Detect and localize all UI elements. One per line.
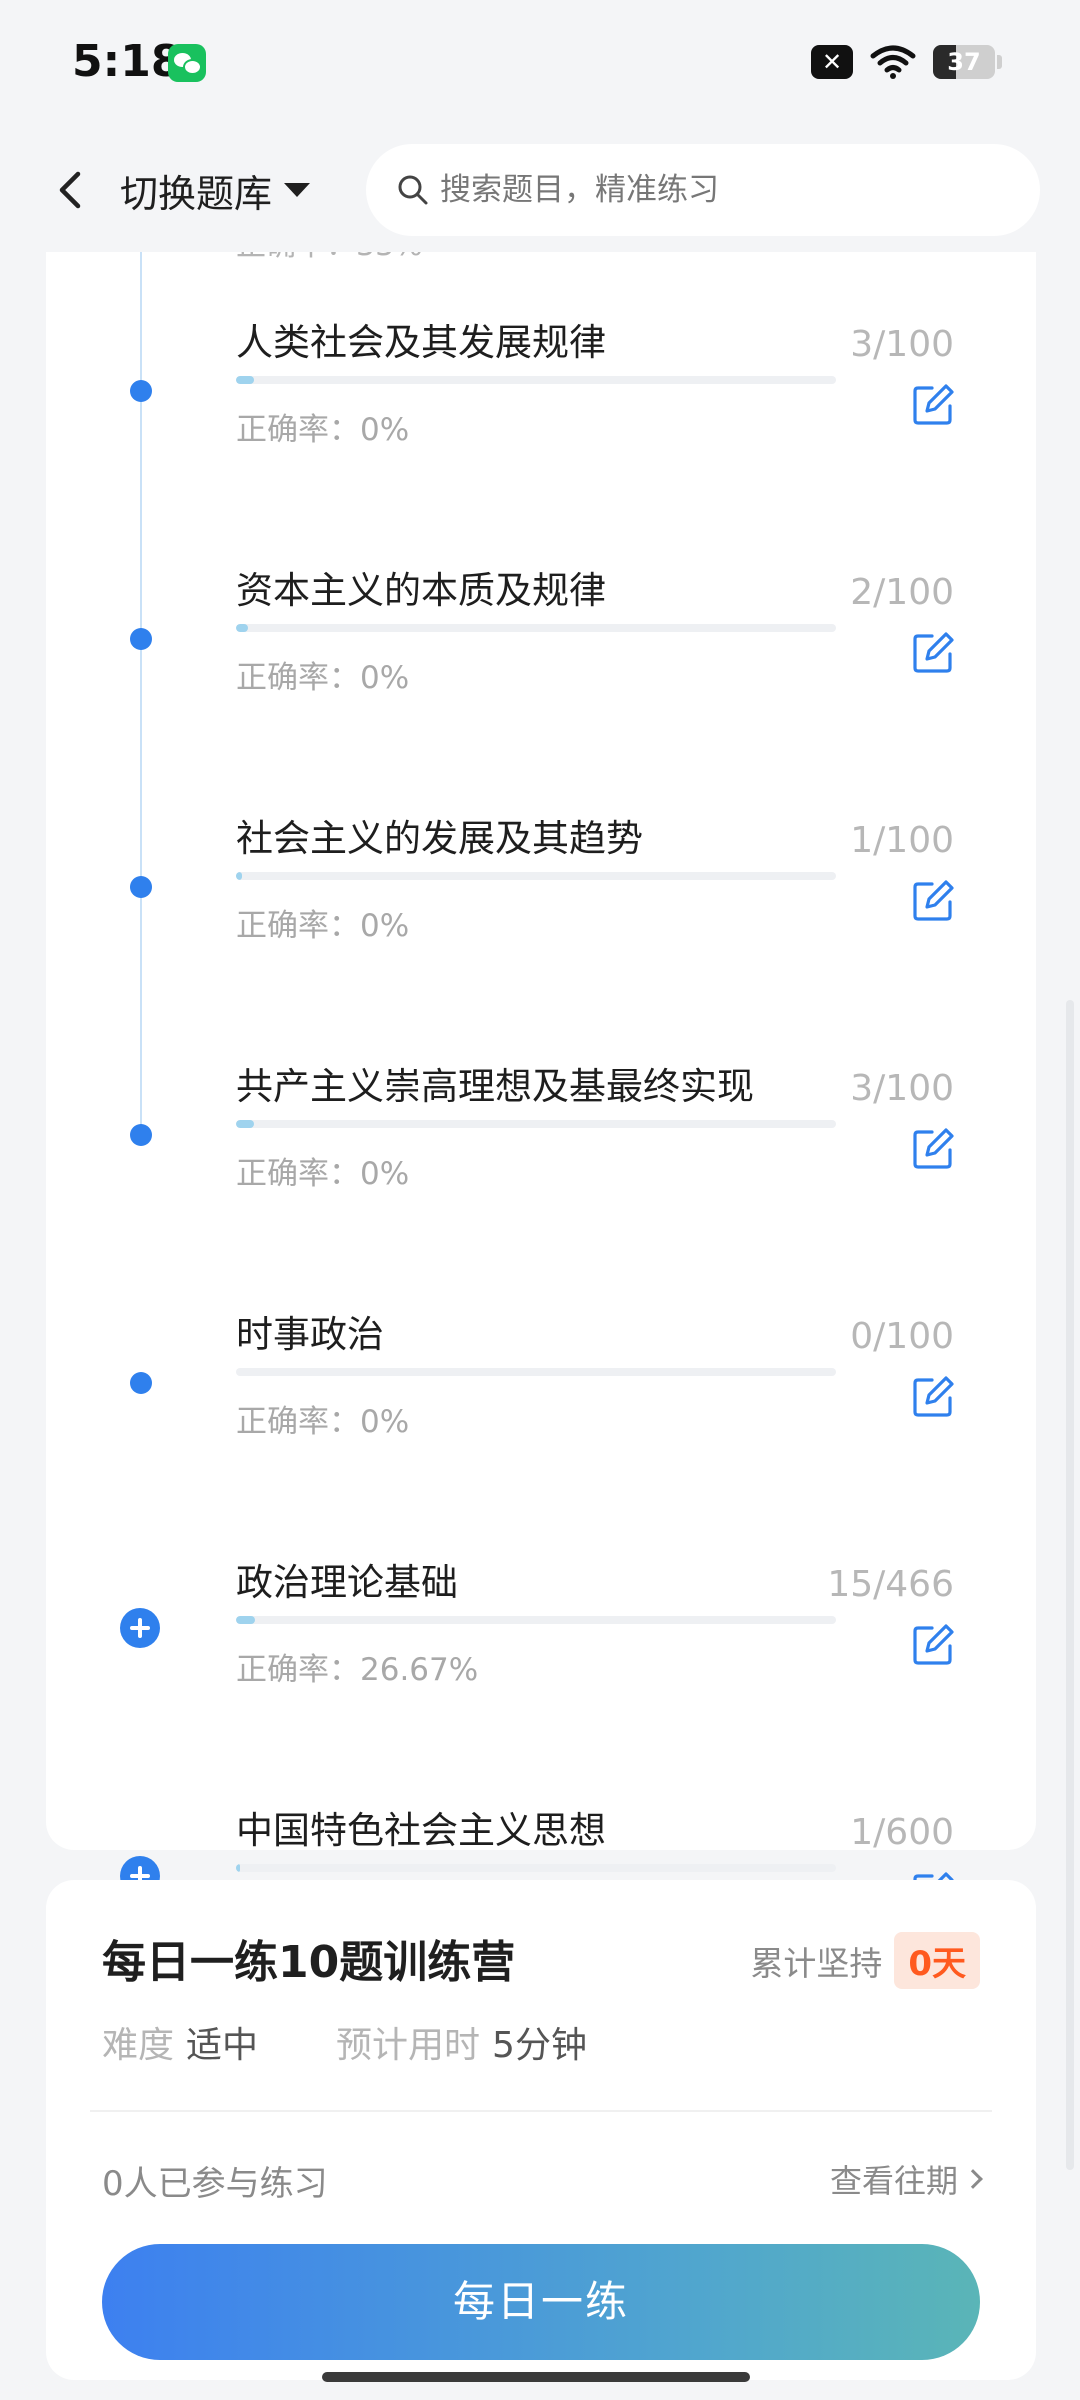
status-icons: ✕ 37 [811,44,1002,80]
top-header: 切换题库 [0,128,1080,252]
timeline-dot [130,1124,152,1146]
back-arrow-icon[interactable] [40,158,104,222]
chapter-title: 社会主义的发展及其趋势 [236,817,643,860]
status-time: 5:18 [72,36,182,87]
notification-close-icon: ✕ [811,45,853,79]
battery-icon: 37 [933,45,995,79]
question-count: 3/100 [850,324,954,365]
progress-fill [236,376,254,384]
daily-practice-button[interactable]: 每日一练 [102,2244,980,2360]
battery-tip [997,55,1002,69]
accuracy-text: 正确率：0% [236,412,410,448]
question-count: 15/466 [827,1564,954,1605]
history-link-label: 查看往期 [829,2162,958,2200]
progress-bar [236,376,836,384]
chapter-title: 共产主义崇高理想及基最终实现 [236,1065,754,1108]
search-box[interactable] [366,144,1040,236]
streak-label: 累计坚持 [750,1943,883,1983]
participants-count: 0人已参与练习 [102,2164,328,2204]
progress-fill [236,1120,254,1128]
edit-icon[interactable] [910,1126,956,1172]
accuracy-text: 正确率：0% [236,1404,410,1440]
daily-title: 每日一练10题训练营 [102,1937,516,1988]
timeline-dot [130,628,152,650]
progress-bar [236,1120,836,1128]
chapter-title: 中国特色社会主义思想 [236,1809,606,1852]
chapter-row[interactable]: 人类社会及其发展规律正确率：0% 3/100 [46,292,1036,482]
home-indicator[interactable] [322,2372,750,2382]
question-count: 3/100 [850,1068,954,1109]
progress-bar [236,624,836,632]
edit-icon[interactable] [910,878,956,924]
expand-plus-icon[interactable] [120,1608,160,1648]
chevron-right-icon [963,2169,983,2189]
daily-meta: 难度 适中 预计用时 5分钟 [102,2016,587,2068]
question-count: 1/100 [850,820,954,861]
chapter-row[interactable]: 时事政治正确率：0% 0/100 [46,1284,1036,1474]
time-value: 5分钟 [492,2025,587,2066]
chapter-row[interactable]: 政治理论基础正确率：26.67% 15/466 [46,1532,1036,1722]
progress-fill [236,624,248,632]
progress-fill [236,1864,240,1872]
chapter-title: 人类社会及其发展规律 [236,321,606,364]
battery-level: 37 [947,48,981,76]
timeline-dot [130,1372,152,1394]
daily-practice-card: 每日一练10题训练营 累计坚持 0天 难度 适中 预计用时 5分钟 0人已参与练… [46,1880,1036,2380]
progress-fill [236,1616,256,1624]
edit-icon[interactable] [910,630,956,676]
chapter-title: 政治理论基础 [236,1561,458,1604]
chapter-row[interactable]: 资本主义的本质及规律正确率：0% 2/100 [46,540,1036,730]
accuracy-text: 正确率：0% [236,908,410,944]
question-count: 2/100 [850,572,954,613]
timeline-dot [130,876,152,898]
edit-icon[interactable] [910,1374,956,1420]
chapter-title: 资本主义的本质及规律 [236,569,606,612]
accuracy-text: 正确率：0% [236,1156,410,1192]
difficulty-label: 难度 [102,2025,175,2066]
edit-icon[interactable] [910,382,956,428]
streak: 累计坚持 0天 [750,1932,980,1989]
streak-badge: 0天 [894,1932,980,1989]
time-label: 预计用时 [336,2025,481,2066]
search-input[interactable] [440,172,1000,208]
wechat-icon [168,44,206,82]
caret-down-icon [284,183,311,197]
progress-bar [236,1368,836,1376]
switch-bank-label: 切换题库 [120,171,273,216]
progress-bar [236,1864,836,1872]
timeline-dot [130,380,152,402]
accuracy-text: 正确率：26.67% [236,1652,479,1688]
chapter-title: 时事政治 [236,1313,384,1356]
progress-bar [236,872,836,880]
wifi-icon [870,45,916,79]
search-icon [398,175,428,205]
chapter-row[interactable]: 共产主义崇高理想及基最终实现正确率：0% 3/100 [46,1036,1036,1226]
switch-question-bank[interactable]: 切换题库 [120,158,311,222]
accuracy-text: 正确率：0% [236,660,410,696]
app-screen: 5:18 ✕ 37 正确率：33% 人类社会及其发展规律正确率：0%3/100资… [0,0,1080,2400]
history-link[interactable]: 查看往期 [829,2156,983,2202]
question-count: 1/600 [850,1812,954,1853]
scrollbar[interactable] [1066,1000,1074,2170]
question-count: 0/100 [850,1316,954,1357]
edit-icon[interactable] [910,1622,956,1668]
status-bar: 5:18 ✕ 37 [0,0,1080,128]
progress-fill [236,872,242,880]
progress-bar [236,1616,836,1624]
difficulty-value: 适中 [186,2025,259,2066]
divider [90,2110,992,2112]
chapter-row[interactable]: 社会主义的发展及其趋势正确率：0% 1/100 [46,788,1036,978]
